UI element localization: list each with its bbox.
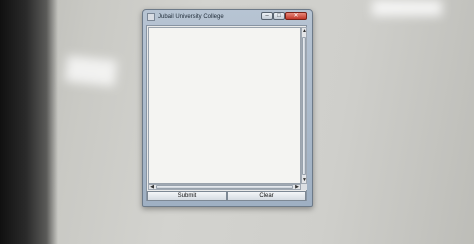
vertical-scrollbar[interactable]: ▲ ▼ — [301, 27, 307, 184]
close-button[interactable]: ✕ — [285, 12, 307, 20]
scroll-left-icon[interactable]: ◀ — [150, 184, 154, 190]
text-area[interactable] — [148, 27, 301, 184]
scroll-down-icon[interactable]: ▼ — [302, 177, 307, 183]
title-bar[interactable]: Jubail University College – □ ✕ — [143, 10, 312, 24]
scroll-right-icon[interactable]: ▶ — [295, 184, 299, 190]
monitor-bezel — [0, 0, 58, 244]
submit-button[interactable]: Submit — [147, 191, 227, 201]
horizontal-scrollbar[interactable]: ◀ ▶ — [148, 184, 301, 190]
minimize-button[interactable]: – — [261, 12, 273, 20]
vertical-scroll-thumb[interactable] — [302, 37, 306, 175]
clear-button[interactable]: Clear — [227, 191, 306, 201]
maximize-button[interactable]: □ — [273, 12, 285, 20]
scroll-up-icon[interactable]: ▲ — [302, 28, 307, 34]
app-window: Jubail University College – □ ✕ ▲ ▼ ◀ ▶ … — [142, 9, 313, 207]
app-icon — [147, 13, 155, 21]
window-title: Jubail University College — [158, 14, 224, 20]
screen-glare — [64, 55, 118, 87]
horizontal-scroll-thumb[interactable] — [156, 185, 293, 189]
scrollbar-corner — [301, 184, 307, 190]
content-pane: ▲ ▼ ◀ ▶ Submit Clear — [146, 25, 307, 201]
screen-glare — [372, 0, 442, 16]
